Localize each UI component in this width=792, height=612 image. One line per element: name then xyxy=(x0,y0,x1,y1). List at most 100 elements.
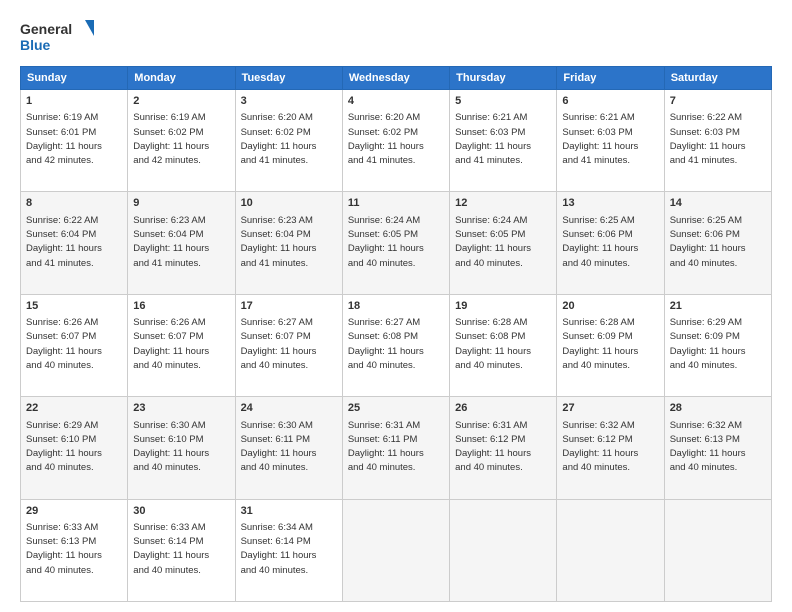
day-info: Sunrise: 6:19 AMSunset: 6:01 PMDaylight:… xyxy=(26,112,102,166)
calendar-day-cell: 11 Sunrise: 6:24 AMSunset: 6:05 PMDaylig… xyxy=(342,192,449,294)
logo: General Blue xyxy=(20,18,100,58)
day-info: Sunrise: 6:34 AMSunset: 6:14 PMDaylight:… xyxy=(241,522,317,576)
calendar-day-cell: 8 Sunrise: 6:22 AMSunset: 6:04 PMDayligh… xyxy=(21,192,128,294)
day-number: 4 xyxy=(348,94,444,109)
header: General Blue xyxy=(20,18,772,58)
day-info: Sunrise: 6:31 AMSunset: 6:11 PMDaylight:… xyxy=(348,420,424,474)
calendar-body: 1 Sunrise: 6:19 AMSunset: 6:01 PMDayligh… xyxy=(21,90,772,602)
day-number: 23 xyxy=(133,401,229,416)
calendar-day-cell: 21 Sunrise: 6:29 AMSunset: 6:09 PMDaylig… xyxy=(664,294,771,396)
calendar-day-cell: 15 Sunrise: 6:26 AMSunset: 6:07 PMDaylig… xyxy=(21,294,128,396)
day-number: 26 xyxy=(455,401,551,416)
calendar-day-cell: 20 Sunrise: 6:28 AMSunset: 6:09 PMDaylig… xyxy=(557,294,664,396)
calendar-day-cell: 14 Sunrise: 6:25 AMSunset: 6:06 PMDaylig… xyxy=(664,192,771,294)
day-number: 27 xyxy=(562,401,658,416)
day-number: 30 xyxy=(133,504,229,519)
day-info: Sunrise: 6:23 AMSunset: 6:04 PMDaylight:… xyxy=(241,215,317,269)
day-info: Sunrise: 6:30 AMSunset: 6:10 PMDaylight:… xyxy=(133,420,209,474)
day-info: Sunrise: 6:24 AMSunset: 6:05 PMDaylight:… xyxy=(348,215,424,269)
svg-text:General: General xyxy=(20,21,72,37)
day-info: Sunrise: 6:21 AMSunset: 6:03 PMDaylight:… xyxy=(455,112,531,166)
day-number: 29 xyxy=(26,504,122,519)
day-number: 21 xyxy=(670,299,766,314)
day-info: Sunrise: 6:30 AMSunset: 6:11 PMDaylight:… xyxy=(241,420,317,474)
calendar-day-cell: 12 Sunrise: 6:24 AMSunset: 6:05 PMDaylig… xyxy=(450,192,557,294)
day-info: Sunrise: 6:24 AMSunset: 6:05 PMDaylight:… xyxy=(455,215,531,269)
day-info: Sunrise: 6:20 AMSunset: 6:02 PMDaylight:… xyxy=(241,112,317,166)
day-number: 7 xyxy=(670,94,766,109)
calendar-day-header: Sunday xyxy=(21,67,128,90)
day-number: 5 xyxy=(455,94,551,109)
day-number: 11 xyxy=(348,196,444,211)
calendar-day-cell: 13 Sunrise: 6:25 AMSunset: 6:06 PMDaylig… xyxy=(557,192,664,294)
day-info: Sunrise: 6:29 AMSunset: 6:09 PMDaylight:… xyxy=(670,317,746,371)
day-number: 15 xyxy=(26,299,122,314)
calendar-day-cell: 16 Sunrise: 6:26 AMSunset: 6:07 PMDaylig… xyxy=(128,294,235,396)
day-info: Sunrise: 6:33 AMSunset: 6:13 PMDaylight:… xyxy=(26,522,102,576)
calendar-day-cell: 10 Sunrise: 6:23 AMSunset: 6:04 PMDaylig… xyxy=(235,192,342,294)
day-number: 8 xyxy=(26,196,122,211)
day-info: Sunrise: 6:32 AMSunset: 6:13 PMDaylight:… xyxy=(670,420,746,474)
calendar-day-cell: 31 Sunrise: 6:34 AMSunset: 6:14 PMDaylig… xyxy=(235,499,342,601)
calendar-header-row: SundayMondayTuesdayWednesdayThursdayFrid… xyxy=(21,67,772,90)
calendar-day-header: Wednesday xyxy=(342,67,449,90)
calendar-day-cell xyxy=(450,499,557,601)
day-number: 18 xyxy=(348,299,444,314)
calendar-day-header: Tuesday xyxy=(235,67,342,90)
logo-svg: General Blue xyxy=(20,18,100,58)
calendar-day-cell: 18 Sunrise: 6:27 AMSunset: 6:08 PMDaylig… xyxy=(342,294,449,396)
day-number: 3 xyxy=(241,94,337,109)
calendar-day-cell xyxy=(557,499,664,601)
day-info: Sunrise: 6:25 AMSunset: 6:06 PMDaylight:… xyxy=(562,215,638,269)
calendar-day-cell xyxy=(664,499,771,601)
day-info: Sunrise: 6:31 AMSunset: 6:12 PMDaylight:… xyxy=(455,420,531,474)
day-info: Sunrise: 6:33 AMSunset: 6:14 PMDaylight:… xyxy=(133,522,209,576)
day-info: Sunrise: 6:22 AMSunset: 6:03 PMDaylight:… xyxy=(670,112,746,166)
calendar-day-cell: 4 Sunrise: 6:20 AMSunset: 6:02 PMDayligh… xyxy=(342,90,449,192)
calendar-day-cell: 7 Sunrise: 6:22 AMSunset: 6:03 PMDayligh… xyxy=(664,90,771,192)
day-number: 24 xyxy=(241,401,337,416)
calendar-day-cell: 1 Sunrise: 6:19 AMSunset: 6:01 PMDayligh… xyxy=(21,90,128,192)
day-number: 28 xyxy=(670,401,766,416)
calendar-week-row: 22 Sunrise: 6:29 AMSunset: 6:10 PMDaylig… xyxy=(21,397,772,499)
calendar-table: SundayMondayTuesdayWednesdayThursdayFrid… xyxy=(20,66,772,602)
day-number: 2 xyxy=(133,94,229,109)
calendar-day-cell: 28 Sunrise: 6:32 AMSunset: 6:13 PMDaylig… xyxy=(664,397,771,499)
page: General Blue SundayMondayTuesdayWednesda… xyxy=(0,0,792,612)
day-number: 20 xyxy=(562,299,658,314)
day-number: 6 xyxy=(562,94,658,109)
day-info: Sunrise: 6:20 AMSunset: 6:02 PMDaylight:… xyxy=(348,112,424,166)
day-info: Sunrise: 6:27 AMSunset: 6:08 PMDaylight:… xyxy=(348,317,424,371)
day-info: Sunrise: 6:23 AMSunset: 6:04 PMDaylight:… xyxy=(133,215,209,269)
calendar-week-row: 29 Sunrise: 6:33 AMSunset: 6:13 PMDaylig… xyxy=(21,499,772,601)
day-number: 12 xyxy=(455,196,551,211)
calendar-day-cell: 17 Sunrise: 6:27 AMSunset: 6:07 PMDaylig… xyxy=(235,294,342,396)
calendar-day-cell: 27 Sunrise: 6:32 AMSunset: 6:12 PMDaylig… xyxy=(557,397,664,499)
calendar-day-header: Saturday xyxy=(664,67,771,90)
calendar-day-cell: 19 Sunrise: 6:28 AMSunset: 6:08 PMDaylig… xyxy=(450,294,557,396)
calendar-day-cell: 23 Sunrise: 6:30 AMSunset: 6:10 PMDaylig… xyxy=(128,397,235,499)
day-number: 16 xyxy=(133,299,229,314)
calendar-day-cell: 3 Sunrise: 6:20 AMSunset: 6:02 PMDayligh… xyxy=(235,90,342,192)
calendar-day-header: Thursday xyxy=(450,67,557,90)
svg-text:Blue: Blue xyxy=(20,37,51,53)
calendar-day-cell: 22 Sunrise: 6:29 AMSunset: 6:10 PMDaylig… xyxy=(21,397,128,499)
day-number: 9 xyxy=(133,196,229,211)
day-info: Sunrise: 6:29 AMSunset: 6:10 PMDaylight:… xyxy=(26,420,102,474)
day-info: Sunrise: 6:25 AMSunset: 6:06 PMDaylight:… xyxy=(670,215,746,269)
calendar-day-cell xyxy=(342,499,449,601)
day-info: Sunrise: 6:19 AMSunset: 6:02 PMDaylight:… xyxy=(133,112,209,166)
day-number: 19 xyxy=(455,299,551,314)
calendar-day-header: Monday xyxy=(128,67,235,90)
day-info: Sunrise: 6:28 AMSunset: 6:08 PMDaylight:… xyxy=(455,317,531,371)
day-info: Sunrise: 6:26 AMSunset: 6:07 PMDaylight:… xyxy=(26,317,102,371)
day-number: 13 xyxy=(562,196,658,211)
calendar-week-row: 1 Sunrise: 6:19 AMSunset: 6:01 PMDayligh… xyxy=(21,90,772,192)
calendar-day-cell: 2 Sunrise: 6:19 AMSunset: 6:02 PMDayligh… xyxy=(128,90,235,192)
day-number: 10 xyxy=(241,196,337,211)
calendar-day-cell: 24 Sunrise: 6:30 AMSunset: 6:11 PMDaylig… xyxy=(235,397,342,499)
calendar-week-row: 15 Sunrise: 6:26 AMSunset: 6:07 PMDaylig… xyxy=(21,294,772,396)
calendar-day-cell: 30 Sunrise: 6:33 AMSunset: 6:14 PMDaylig… xyxy=(128,499,235,601)
day-number: 22 xyxy=(26,401,122,416)
calendar-day-cell: 29 Sunrise: 6:33 AMSunset: 6:13 PMDaylig… xyxy=(21,499,128,601)
